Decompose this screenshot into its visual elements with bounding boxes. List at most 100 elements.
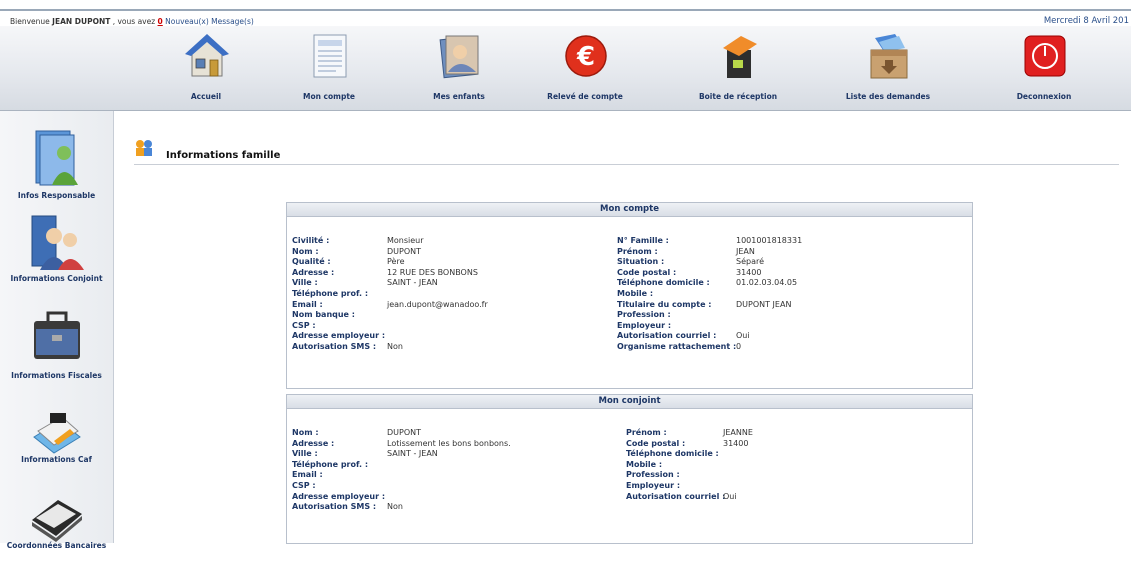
field-label: Adresse : — [292, 438, 335, 448]
field-row: Adresse employeur : — [292, 492, 612, 503]
sidebar-item-coordonnees-bancaires[interactable]: Coordonnées Bancaires — [0, 486, 113, 581]
sidebar: Infos Responsable Informations Conjoint … — [0, 111, 114, 550]
field-value: Non — [387, 341, 403, 351]
field-label: Code postal : — [617, 267, 677, 277]
field-label: Qualité : — [292, 257, 331, 267]
field-row: Employeur : — [617, 321, 967, 332]
house-icon — [185, 34, 229, 77]
sidebar-item-label: Informations Fiscales — [11, 371, 102, 380]
field-row: Adresse employeur : — [292, 331, 612, 342]
field-label: Adresse employeur : — [292, 331, 386, 341]
sidebar-item-infos-responsable[interactable]: Infos Responsable — [0, 129, 113, 224]
field-row: Téléphone domicile : 01.02.03.04.05 — [617, 278, 967, 289]
field-row: Civilité : Monsieur — [292, 236, 612, 247]
photo-icon — [439, 35, 479, 79]
mon-compte-panel: Mon compte Civilité : Monsieur Nom : DUPONT… — [286, 202, 973, 389]
field-label: Employeur : — [617, 320, 672, 330]
field-row: Employeur : — [626, 481, 966, 492]
briefcase-icon — [34, 311, 80, 359]
field-row: Téléphone prof. : — [292, 289, 612, 300]
field-label: Profession : — [617, 310, 671, 320]
field-row: Nom : DUPONT — [292, 428, 612, 439]
sidebar-item-label: Coordonnées Bancaires — [6, 541, 107, 550]
nav-label: Liste des demandes — [845, 92, 931, 101]
status-bar: Bienvenue JEAN DUPONT , vous avez 0 Nouv… — [0, 0, 1131, 26]
field-row: Mobile : — [626, 460, 966, 471]
field-row: N° Famille : 1001001818331 — [617, 236, 967, 247]
field-label: Nom banque : — [292, 310, 355, 320]
field-label: Email : — [292, 299, 323, 309]
folder-icon — [32, 500, 82, 542]
field-label: Profession : — [626, 470, 680, 480]
field-label: CSP : — [292, 480, 316, 490]
panel-title: Mon conjoint — [287, 394, 972, 409]
field-row: Autorisation courriel : Oui — [626, 492, 966, 503]
welcome-suffix: , vous avez — [110, 17, 158, 26]
nav-label: Accueil — [190, 92, 222, 101]
field-value: DUPONT — [387, 246, 422, 256]
panel-title: Mon compte — [287, 202, 972, 217]
field-row: Mobile : — [617, 289, 967, 300]
field-label: Nom : — [292, 246, 319, 256]
field-row: Qualité : Père — [292, 257, 612, 268]
field-value: SAINT - JEAN — [387, 449, 438, 459]
field-label: Situation : — [617, 257, 665, 267]
euro-icon: € — [565, 35, 607, 77]
field-row: Autorisation SMS : Non — [292, 342, 612, 353]
field-value: Oui — [723, 491, 737, 501]
field-row: Titulaire du compte : DUPONT JEAN — [617, 300, 967, 311]
nav-mon-compte[interactable]: Mon compte — [274, 26, 384, 110]
field-label: Autorisation courriel : — [617, 331, 717, 341]
field-label: Autorisation courriel : — [626, 491, 726, 501]
nav-accueil[interactable]: Accueil — [151, 26, 261, 110]
field-row: Autorisation courriel : Oui — [617, 331, 967, 342]
field-label: Civilité : — [292, 236, 330, 245]
field-label: Email : — [292, 470, 323, 480]
sidebar-item-informations-conjoint[interactable]: Informations Conjoint — [0, 214, 113, 309]
field-label: Nom : — [292, 428, 319, 437]
nav-mes-enfants[interactable]: Mes enfants — [404, 26, 514, 110]
field-row: Ville : SAINT - JEAN — [292, 449, 612, 460]
sidebar-item-label: Infos Responsable — [17, 191, 96, 200]
field-value: Lotissement les bons bonbons. — [387, 438, 511, 448]
document-icon — [313, 34, 347, 78]
field-label: Titulaire du compte : — [617, 299, 712, 309]
field-label: Mobile : — [617, 288, 654, 298]
sidebar-item-informations-fiscales[interactable]: Informations Fiscales — [0, 309, 113, 404]
page-title: Informations famille — [166, 150, 281, 161]
nav-label: Boite de réception — [698, 92, 778, 101]
field-label: Adresse : — [292, 267, 335, 277]
nav-releve-de-compte[interactable]: € Relevé de compte — [530, 26, 640, 110]
field-row: Prénom : JEAN — [617, 247, 967, 258]
field-label: Adresse employeur : — [292, 491, 386, 501]
field-row: Profession : — [626, 470, 966, 481]
field-value: jean.dupont@wanadoo.fr — [387, 299, 488, 309]
mon-compte-right-fields: N° Famille :1001001818331 Prénom : JEAN Sit… — [617, 236, 967, 353]
field-value: SAINT - JEAN — [387, 278, 438, 288]
nav-deconnexion[interactable]: Deconnexion — [989, 26, 1099, 110]
field-row: CSP : — [292, 321, 612, 332]
nav-label: Deconnexion — [1016, 92, 1072, 101]
field-row: Organisme rattachement :0 — [617, 342, 967, 353]
nav-liste-des-demandes[interactable]: Liste des demandes — [833, 26, 943, 110]
field-label: Téléphone domicile : — [626, 449, 719, 459]
nav-label: Mon compte — [302, 92, 356, 101]
field-value: 01.02.03.04.05 — [736, 278, 798, 288]
welcome-prefix: Bienvenue — [10, 17, 53, 26]
field-label: CSP : — [292, 320, 316, 330]
user-name: JEAN DUPONT — [52, 17, 111, 26]
message-text-link[interactable]: Nouveau(x) Message(s) — [163, 17, 254, 26]
field-label: Autorisation SMS : — [292, 502, 377, 512]
field-label: Ville : — [292, 449, 318, 459]
field-label: Prénom : — [617, 246, 658, 256]
page-header: Informations famille — [134, 138, 1119, 165]
field-row: Prénom : JEANNE — [626, 428, 966, 439]
field-label: Prénom : — [626, 428, 667, 437]
field-value: Oui — [736, 331, 750, 341]
field-value: Séparé — [736, 257, 765, 267]
nav-boite-de-reception[interactable]: Boite de réception — [683, 26, 793, 110]
field-label: Mobile : — [626, 459, 663, 469]
field-row: Autorisation SMS : Non — [292, 502, 612, 513]
field-row: Situation : Séparé — [617, 257, 967, 268]
field-label: Code postal : — [626, 438, 686, 448]
